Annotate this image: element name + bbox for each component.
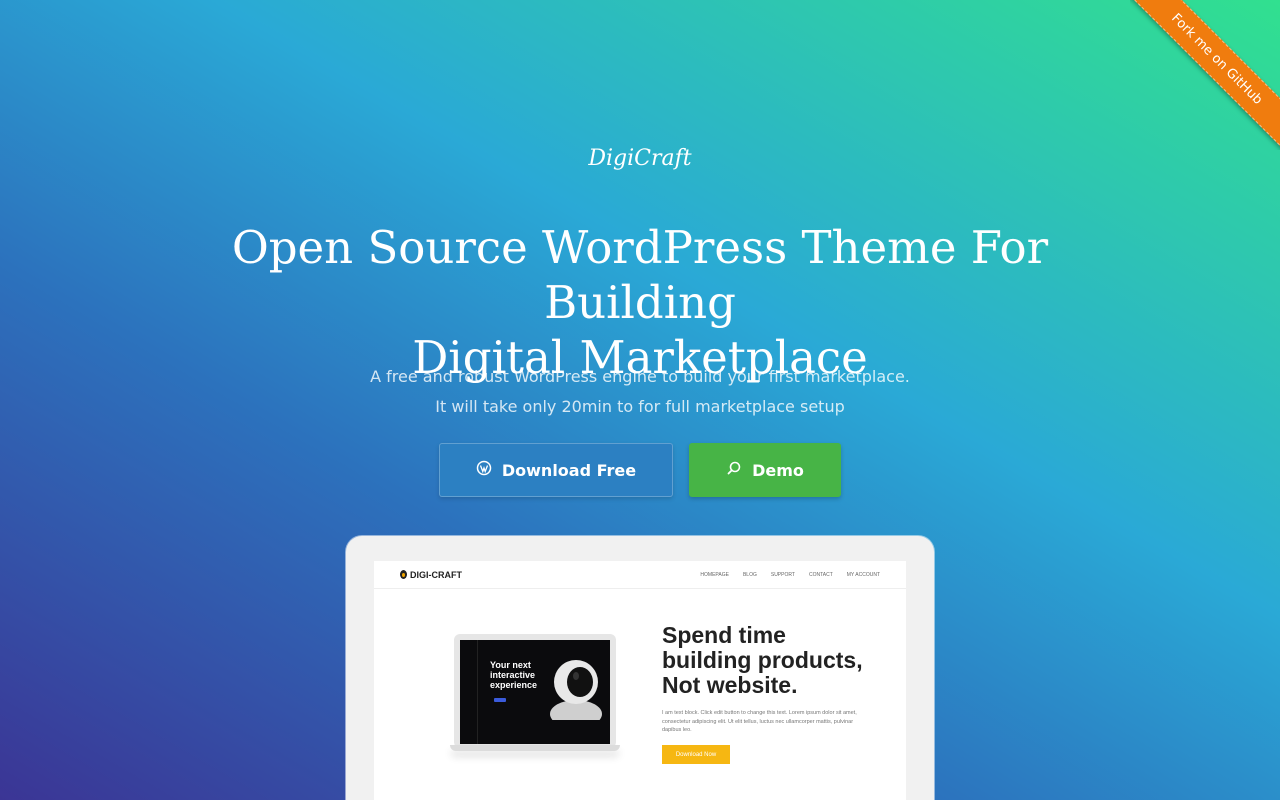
drop-logo-icon xyxy=(400,570,407,579)
tagline-line-3: Not website. xyxy=(662,672,798,698)
mini-title-line-2: interactive xyxy=(490,670,536,680)
preview-logo: DIGI-CRAFT xyxy=(400,570,462,580)
mini-laptop-display: Your next interactive experience xyxy=(460,640,610,744)
fork-on-github-link[interactable]: Fork me on GitHub xyxy=(1130,0,1280,150)
preview-menu-my-account: MY ACCOUNT xyxy=(846,571,880,578)
mini-title-line-3: experience xyxy=(490,680,538,690)
subtitle-line-2: It will take only 20min to for full mark… xyxy=(435,397,845,416)
theme-preview-screen: DIGI-CRAFT HOMEPAGE BLOG SUPPORT CONTACT… xyxy=(374,561,906,800)
preview-download-now-button: Download Now xyxy=(662,745,730,764)
preview-menu-support: SUPPORT xyxy=(770,571,795,578)
brand-name: DigiCraft xyxy=(588,146,692,171)
preview-logo-text: DIGI-CRAFT xyxy=(410,569,462,580)
preview-tagline: Spend time building products, Not websit… xyxy=(662,623,882,698)
preview-menu-contact: CONTACT xyxy=(808,571,833,578)
mini-sidebar xyxy=(460,640,478,744)
github-ribbon[interactable]: Fork me on GitHub xyxy=(1130,0,1280,150)
download-free-button[interactable]: Download Free xyxy=(439,443,673,497)
tagline-line-2: building products, xyxy=(662,647,863,673)
preview-menu: HOMEPAGE BLOG SUPPORT CONTACT MY ACCOUNT xyxy=(700,572,880,578)
headline-line-1: Open Source WordPress Theme For Building xyxy=(231,221,1049,329)
tagline-line-1: Spend time xyxy=(662,622,786,648)
page-headline: Open Source WordPress Theme For Building… xyxy=(140,220,1140,385)
preview-navbar: DIGI-CRAFT HOMEPAGE BLOG SUPPORT CONTACT… xyxy=(374,561,906,589)
theme-preview-device: DIGI-CRAFT HOMEPAGE BLOG SUPPORT CONTACT… xyxy=(346,536,934,800)
preview-menu-homepage: HOMEPAGE xyxy=(700,571,729,578)
mini-laptop-screen: Your next interactive experience xyxy=(454,634,616,748)
preview-menu-blog: BLOG xyxy=(742,571,757,578)
wordpress-icon xyxy=(476,460,492,480)
mini-title-line-1: Your next xyxy=(490,660,531,670)
mini-hero-button xyxy=(494,698,506,702)
astronaut-icon xyxy=(550,660,602,720)
preview-body-text: I am text block. Click edit button to ch… xyxy=(662,710,857,733)
subtitle-line-1: A free and robust WordPress engine to bu… xyxy=(370,367,910,386)
demo-label: Demo xyxy=(752,460,804,480)
page-subtitle: A free and robust WordPress engine to bu… xyxy=(0,362,1280,422)
search-icon xyxy=(726,460,742,480)
download-free-label: Download Free xyxy=(501,460,637,480)
mini-laptop-base xyxy=(450,745,620,751)
demo-button[interactable]: Demo xyxy=(689,443,841,497)
mini-laptop-image: Your next interactive experience xyxy=(450,634,620,762)
mini-hero-title: Your next interactive experience xyxy=(490,660,537,690)
